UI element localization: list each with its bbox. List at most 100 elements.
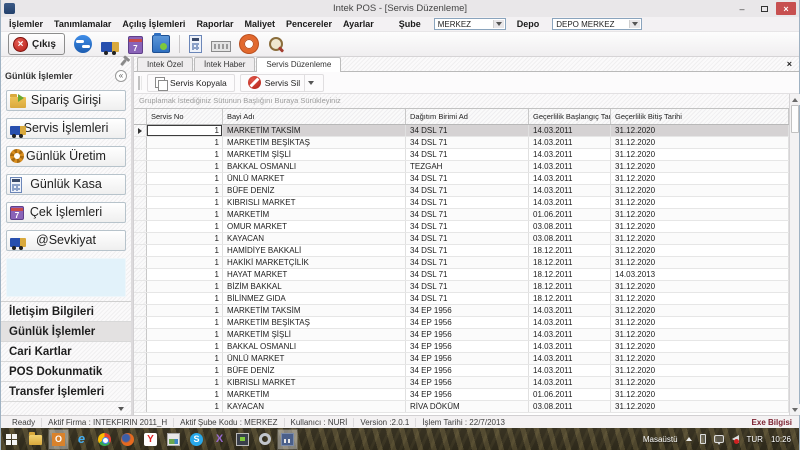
cell-bayi-adi[interactable]: BİLİNMEZ GIDA (223, 293, 406, 304)
cell-bayi-adi[interactable]: KIBRISLI MARKET (223, 197, 406, 208)
cell-dagitim-birimi[interactable]: 34 EP 1956 (406, 353, 529, 364)
cell-servis-no[interactable]: 1 (147, 197, 223, 208)
cell-dagitim-birimi[interactable]: RİVA DÖKÜM (406, 401, 529, 412)
table-row[interactable]: 1 KAYACAN 34 DSL 71 03.08.2011 31.12.202… (134, 233, 789, 245)
cell-baslangic-tarihi[interactable]: 14.03.2011 (529, 317, 611, 328)
cell-baslangic-tarihi[interactable]: 03.08.2011 (529, 221, 611, 232)
cell-bitis-tarihi[interactable]: 31.12.2020 (611, 389, 789, 400)
table-row[interactable]: 1 BİLİNMEZ GIDA 34 DSL 71 18.12.2011 31.… (134, 293, 789, 305)
gift-icon[interactable] (128, 36, 143, 54)
cell-bayi-adi[interactable]: MARKETİM TAKSİM (223, 125, 406, 136)
calculator-icon[interactable] (189, 35, 202, 53)
cell-baslangic-tarihi[interactable]: 14.03.2011 (529, 365, 611, 376)
cell-dagitim-birimi[interactable]: 34 DSL 71 (406, 281, 529, 292)
cell-bayi-adi[interactable]: MARKETİM BEŞİKTAŞ (223, 137, 406, 148)
cell-servis-no[interactable]: 1 (147, 173, 223, 184)
table-row[interactable]: 1 ÜNLÜ MARKET 34 DSL 71 14.03.2011 31.12… (134, 173, 789, 185)
cell-bayi-adi[interactable]: MARKETİM TAKSİM (223, 305, 406, 316)
table-row[interactable]: 1 MARKETİM TAKSİM 34 DSL 71 14.03.2011 3… (134, 125, 789, 137)
tool-x-icon[interactable] (213, 433, 226, 446)
cell-dagitim-birimi[interactable]: 34 DSL 71 (406, 209, 529, 220)
menu-item[interactable]: Ayarlar (343, 19, 374, 29)
cell-baslangic-tarihi[interactable]: 18.12.2011 (529, 281, 611, 292)
chevron-down-icon[interactable] (304, 74, 316, 92)
sidebar-nav-item[interactable]: Cari Kartlar (1, 342, 131, 362)
cell-bitis-tarihi[interactable]: 31.12.2020 (611, 365, 789, 376)
cell-baslangic-tarihi[interactable]: 03.08.2011 (529, 233, 611, 244)
cell-servis-no[interactable]: 1 (147, 125, 223, 136)
scroll-down-icon[interactable] (790, 404, 800, 415)
cell-dagitim-birimi[interactable]: 34 EP 1956 (406, 317, 529, 328)
intek-app-icon[interactable] (281, 433, 294, 446)
cell-baslangic-tarihi[interactable]: 14.03.2011 (529, 125, 611, 136)
cell-bayi-adi[interactable]: HAMİDİYE BAKKALİ (223, 245, 406, 256)
show-hidden-icons-icon[interactable] (686, 437, 692, 441)
sidebar-button[interactable]: Günlük Kasa (6, 174, 126, 195)
clock[interactable]: 10:26 (771, 435, 791, 444)
cell-baslangic-tarihi[interactable]: 01.06.2011 (529, 209, 611, 220)
firefox-icon[interactable] (121, 433, 134, 446)
depo-combobox[interactable]: DEPO MERKEZ (552, 18, 642, 30)
yandex-icon[interactable] (144, 433, 157, 446)
cell-dagitim-birimi[interactable]: 34 DSL 71 (406, 149, 529, 160)
cell-servis-no[interactable]: 1 (147, 317, 223, 328)
cell-servis-no[interactable]: 1 (147, 305, 223, 316)
cell-baslangic-tarihi[interactable]: 01.06.2011 (529, 389, 611, 400)
cell-baslangic-tarihi[interactable]: 14.03.2011 (529, 185, 611, 196)
cell-bitis-tarihi[interactable]: 31.12.2020 (611, 209, 789, 220)
sidebar-button[interactable]: Servis İşlemleri (6, 118, 126, 139)
cell-dagitim-birimi[interactable]: 34 DSL 71 (406, 293, 529, 304)
cell-bayi-adi[interactable]: BAKKAL OSMANLI (223, 161, 406, 172)
sidebar-button[interactable]: Sipariş Girişi (6, 90, 126, 111)
cell-servis-no[interactable]: 1 (147, 209, 223, 220)
cell-bitis-tarihi[interactable]: 31.12.2020 (611, 173, 789, 184)
cell-baslangic-tarihi[interactable]: 03.08.2011 (529, 401, 611, 412)
table-row[interactable]: 1 BİZİM BAKKAL 34 DSL 71 18.12.2011 31.1… (134, 281, 789, 293)
skype-icon[interactable] (190, 433, 203, 446)
cell-bitis-tarihi[interactable]: 31.12.2020 (611, 197, 789, 208)
sidebar-nav-item[interactable]: Günlük İşlemler (1, 322, 131, 342)
table-row[interactable]: 1 MARKETİM ŞİŞLİ 34 DSL 71 14.03.2011 31… (134, 149, 789, 161)
table-row[interactable]: 1 KIBRISLI MARKET 34 DSL 71 14.03.2011 3… (134, 197, 789, 209)
tab[interactable]: İntek Haber (194, 57, 255, 71)
cell-dagitim-birimi[interactable]: 34 DSL 71 (406, 185, 529, 196)
cell-servis-no[interactable]: 1 (147, 221, 223, 232)
cell-baslangic-tarihi[interactable]: 18.12.2011 (529, 257, 611, 268)
servis-kopyala-button[interactable]: Servis Kopyala (147, 74, 235, 92)
sube-combobox[interactable]: MERKEZ (434, 18, 506, 30)
sidebar-button[interactable]: Çek İşlemleri (6, 202, 126, 223)
cell-servis-no[interactable]: 1 (147, 353, 223, 364)
cell-bayi-adi[interactable]: MARKETİM (223, 389, 406, 400)
cell-bitis-tarihi[interactable]: 31.12.2020 (611, 221, 789, 232)
cell-bitis-tarihi[interactable]: 31.12.2020 (611, 305, 789, 316)
cell-servis-no[interactable]: 1 (147, 401, 223, 412)
cell-servis-no[interactable]: 1 (147, 365, 223, 376)
menu-item[interactable]: Tanımlamalar (54, 19, 111, 29)
cell-bitis-tarihi[interactable]: 31.12.2020 (611, 185, 789, 196)
cell-bayi-adi[interactable]: BİZİM BAKKAL (223, 281, 406, 292)
cell-bayi-adi[interactable]: BÜFE DENİZ (223, 365, 406, 376)
scroll-up-icon[interactable] (790, 94, 800, 105)
cell-baslangic-tarihi[interactable]: 14.03.2011 (529, 173, 611, 184)
table-row[interactable]: 1 MARKETİM ŞİŞLİ 34 EP 1956 14.03.2011 3… (134, 329, 789, 341)
table-row[interactable]: 1 BÜFE DENİZ 34 EP 1956 14.03.2011 31.12… (134, 365, 789, 377)
cell-bayi-adi[interactable]: ÜNLÜ MARKET (223, 173, 406, 184)
tray-gear-icon[interactable] (259, 433, 271, 445)
cell-dagitim-birimi[interactable]: 34 EP 1956 (406, 341, 529, 352)
sidebar-button[interactable]: Günlük Üretim (6, 146, 126, 167)
cell-dagitim-birimi[interactable]: 34 DSL 71 (406, 221, 529, 232)
cell-bitis-tarihi[interactable]: 31.12.2020 (611, 353, 789, 364)
cell-bitis-tarihi[interactable]: 14.03.2013 (611, 269, 789, 280)
cell-bitis-tarihi[interactable]: 31.12.2020 (611, 317, 789, 328)
cell-dagitim-birimi[interactable]: 34 EP 1956 (406, 329, 529, 340)
cell-dagitim-birimi[interactable]: 34 EP 1956 (406, 377, 529, 388)
cell-bayi-adi[interactable]: MARKETİM ŞİŞLİ (223, 329, 406, 340)
cell-bayi-adi[interactable]: KAYACAN (223, 401, 406, 412)
start-icon[interactable] (6, 433, 19, 446)
table-row[interactable]: 1 KAYACAN RİVA DÖKÜM 03.08.2011 31.12.20… (134, 401, 789, 413)
cell-bayi-adi[interactable]: MARKETİM (223, 209, 406, 220)
cell-bitis-tarihi[interactable]: 31.12.2020 (611, 341, 789, 352)
desktop-label[interactable]: Masaüstü (643, 435, 678, 444)
column-header-bayi-adi[interactable]: Bayi Adı (223, 109, 406, 124)
table-row[interactable]: 1 KIBRISLI MARKET 34 EP 1956 14.03.2011 … (134, 377, 789, 389)
